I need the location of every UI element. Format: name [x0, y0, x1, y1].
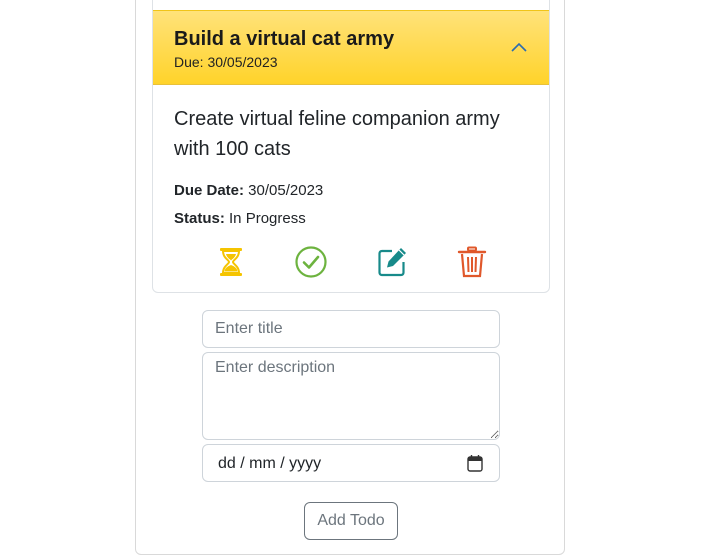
chevron-up-icon[interactable] — [511, 41, 527, 53]
check-circle-icon[interactable] — [294, 245, 328, 279]
edit-icon[interactable] — [375, 245, 409, 279]
due-date-input[interactable]: dd / mm / yyyy — [202, 444, 500, 482]
status-field: Status: In Progress — [174, 210, 306, 227]
date-placeholder: dd / mm / yyyy — [218, 455, 322, 472]
todo-description: Create virtual feline companion army wit… — [174, 108, 500, 160]
todo-card-header[interactable]: Build a virtual cat army Due: 30/05/2023 — [153, 10, 549, 85]
add-todo-button[interactable]: Add Todo — [304, 502, 398, 540]
calendar-icon[interactable] — [467, 454, 483, 472]
title-input[interactable] — [202, 310, 500, 348]
todo-due-summary: Due: 30/05/2023 — [174, 54, 278, 70]
due-date-label: Due Date: — [174, 182, 245, 199]
hourglass-icon[interactable] — [214, 245, 248, 279]
description-input[interactable] — [202, 352, 500, 440]
due-date-field: Due Date: 30/05/2023 — [174, 182, 323, 199]
todo-card: Build a virtual cat army Due: 30/05/2023… — [152, 0, 550, 293]
due-date-value: 30/05/2023 — [244, 182, 324, 199]
status-value: In Progress — [224, 210, 306, 227]
todo-title: Build a virtual cat army — [174, 28, 395, 50]
trash-icon[interactable] — [455, 245, 489, 279]
status-label: Status: — [174, 210, 225, 227]
